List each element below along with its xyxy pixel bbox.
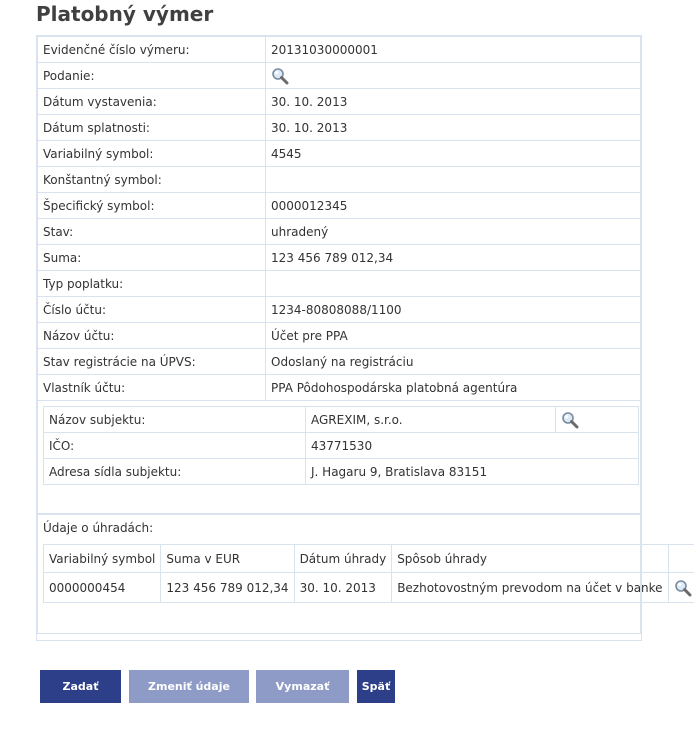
- detail-value-submission: [266, 63, 641, 89]
- subject-table: Názov subjektu: AGREXIM, s.r.o. IČO: 437…: [43, 406, 639, 485]
- payment-date: 30. 10. 2013: [294, 573, 392, 603]
- magnifier-icon[interactable]: [271, 67, 289, 85]
- detail-row-account-number: Číslo účtu: 1234-80808088/1100: [38, 297, 641, 323]
- detail-row-submission: Podanie:: [38, 63, 641, 89]
- detail-label: Názov účtu:: [38, 323, 266, 349]
- detail-row-status: Stav: uhradený: [38, 219, 641, 245]
- detail-value: PPA Pôdohospodárska platobná agentúra: [266, 375, 641, 401]
- detail-label: Stav registrácie na ÚPVS:: [38, 349, 266, 375]
- detail-value: Účet pre PPA: [266, 323, 641, 349]
- subject-label: Názov subjektu:: [44, 407, 306, 433]
- subject-label: IČO:: [44, 433, 306, 459]
- subject-section: Názov subjektu: AGREXIM, s.r.o. IČO: 437…: [37, 401, 641, 514]
- subject-label: Adresa sídla subjektu:: [44, 459, 306, 485]
- detail-row-registration-status: Stav registrácie na ÚPVS: Odoslaný na re…: [38, 349, 641, 375]
- detail-row-constant-symbol: Konštantný symbol:: [38, 167, 641, 193]
- magnifier-icon[interactable]: [561, 411, 579, 429]
- detail-value: [266, 271, 641, 297]
- payments-section-label: Údaje o úhradách:: [37, 514, 641, 540]
- assessment-details-table: Evidenčné číslo výmeru: 20131030000001 P…: [37, 36, 641, 401]
- assessment-panel: Evidenčné číslo výmeru: 20131030000001 P…: [36, 35, 642, 641]
- detail-value: 0000012345: [266, 193, 641, 219]
- detail-value: uhradený: [266, 219, 641, 245]
- edit-assessment-button[interactable]: Zmeniť údaje výmeru: [129, 670, 249, 703]
- subject-ico: 43771530: [306, 433, 639, 459]
- subject-row-address: Adresa sídla subjektu: J. Hagaru 9, Brat…: [44, 459, 639, 485]
- column-header: Spôsob úhrady: [392, 545, 668, 573]
- payments-table: Variabilný symbol Suma v EUR Dátum úhrad…: [43, 544, 694, 603]
- payments-section: Variabilný symbol Suma v EUR Dátum úhrad…: [37, 540, 641, 634]
- detail-label: Konštantný symbol:: [38, 167, 266, 193]
- payment-method: Bezhotovostným prevodom na účet v banke: [392, 573, 668, 603]
- column-header-actions: [668, 545, 694, 573]
- detail-row-amount: Suma: 123 456 789 012,34: [38, 245, 641, 271]
- detail-row-fee-type: Typ poplatku:: [38, 271, 641, 297]
- detail-value: 20131030000001: [266, 37, 641, 63]
- payment-variable-symbol: 0000000454: [44, 573, 161, 603]
- detail-value: 1234-80808088/1100: [266, 297, 641, 323]
- subject-detail-cell: [556, 407, 639, 433]
- detail-row-specific-symbol: Špecifický symbol: 0000012345: [38, 193, 641, 219]
- detail-row-variable-symbol: Variabilný symbol: 4545: [38, 141, 641, 167]
- magnifier-icon[interactable]: [674, 579, 692, 597]
- back-button[interactable]: Späť: [357, 670, 395, 703]
- detail-label: Variabilný symbol:: [38, 141, 266, 167]
- detail-label: Číslo účtu:: [38, 297, 266, 323]
- detail-label: Evidenčné číslo výmeru:: [38, 37, 266, 63]
- column-header: Dátum úhrady: [294, 545, 392, 573]
- detail-value: 123 456 789 012,34: [266, 245, 641, 271]
- subject-address: J. Hagaru 9, Bratislava 83151: [306, 459, 639, 485]
- table-row: 0000000454 123 456 789 012,34 30. 10. 20…: [44, 573, 694, 603]
- detail-row-evidence-number: Evidenčné číslo výmeru: 20131030000001: [38, 37, 641, 63]
- add-payment-button[interactable]: Zadať úhradu: [40, 670, 121, 703]
- payments-header-row: Variabilný symbol Suma v EUR Dátum úhrad…: [44, 545, 694, 573]
- detail-value: 4545: [266, 141, 641, 167]
- payment-detail-cell: [668, 573, 694, 603]
- detail-label: Suma:: [38, 245, 266, 271]
- detail-row-issue-date: Dátum vystavenia: 30. 10. 2013: [38, 89, 641, 115]
- page-title: Platobný výmer: [36, 2, 213, 26]
- detail-label: Dátum vystavenia:: [38, 89, 266, 115]
- subject-row-name: Názov subjektu: AGREXIM, s.r.o.: [44, 407, 639, 433]
- detail-row-due-date: Dátum splatnosti: 30. 10. 2013: [38, 115, 641, 141]
- detail-value: Odoslaný na registráciu: [266, 349, 641, 375]
- subject-name: AGREXIM, s.r.o.: [306, 407, 556, 433]
- payment-amount: 123 456 789 012,34: [161, 573, 294, 603]
- detail-label: Špecifický symbol:: [38, 193, 266, 219]
- detail-label: Stav:: [38, 219, 266, 245]
- column-header: Variabilný symbol: [44, 545, 161, 573]
- column-header: Suma v EUR: [161, 545, 294, 573]
- detail-label: Podanie:: [38, 63, 266, 89]
- subject-row-ico: IČO: 43771530: [44, 433, 639, 459]
- detail-value: [266, 167, 641, 193]
- detail-label: Dátum splatnosti:: [38, 115, 266, 141]
- detail-label: Typ poplatku:: [38, 271, 266, 297]
- detail-label: Vlastník účtu:: [38, 375, 266, 401]
- detail-row-account-name: Názov účtu: Účet pre PPA: [38, 323, 641, 349]
- detail-row-account-owner: Vlastník účtu: PPA Pôdohospodárska plato…: [38, 375, 641, 401]
- delete-assessment-button[interactable]: Vymazať výmer: [256, 670, 349, 703]
- detail-value: 30. 10. 2013: [266, 89, 641, 115]
- detail-value: 30. 10. 2013: [266, 115, 641, 141]
